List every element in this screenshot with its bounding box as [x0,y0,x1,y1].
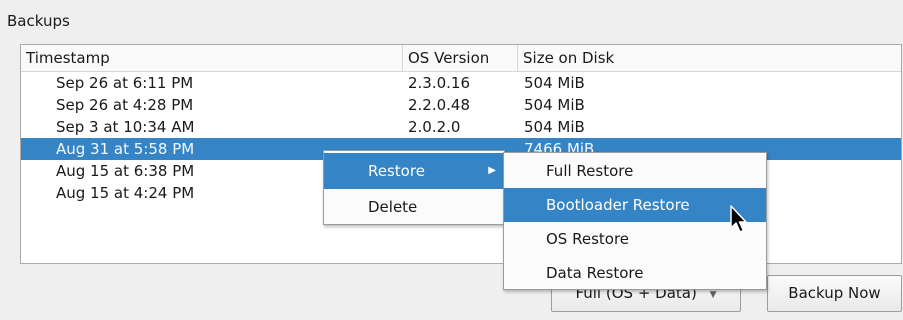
menu-item-full-restore[interactable]: Full Restore [504,154,766,188]
menu-item-os-restore[interactable]: OS Restore [504,222,766,256]
column-header-os-version[interactable]: OS Version [403,45,518,71]
backups-group-title: Backups [7,12,70,30]
column-header-timestamp[interactable]: Timestamp [21,45,403,71]
cell-size: 504 MiB [524,96,585,114]
menu-item-label: Delete [368,198,418,216]
table-row[interactable]: Sep 26 at 6:11 PM 2.3.0.16 504 MiB [21,72,901,94]
menu-item-restore[interactable]: Restore ▶ [324,153,504,189]
backup-now-button[interactable]: Backup Now [767,275,902,312]
submenu-arrow-icon: ▶ [488,165,496,176]
table-row[interactable]: Sep 26 at 4:28 PM 2.2.0.48 504 MiB [21,94,901,116]
table-header: Timestamp OS Version Size on Disk [21,45,901,72]
menu-item-bootloader-restore[interactable]: Bootloader Restore [504,188,766,222]
menu-item-delete[interactable]: Delete [324,189,504,225]
cell-size: 504 MiB [524,74,585,92]
cell-timestamp: Aug 15 at 6:38 PM [56,162,195,180]
cell-timestamp: Sep 3 at 10:34 AM [56,118,195,136]
mouse-pointer-icon [730,205,747,233]
restore-submenu: Full Restore Bootloader Restore OS Resto… [503,152,767,290]
cell-timestamp: Sep 26 at 4:28 PM [56,96,194,114]
cell-os-version: 2.3.0.16 [408,74,471,92]
menu-item-data-restore[interactable]: Data Restore [504,256,766,290]
dropdown-arrow-icon: ▼ [709,290,717,300]
backup-manager: Backups Timestamp OS Version Size on Dis… [0,0,903,320]
menu-item-label: Restore [368,162,425,180]
cell-os-version: 2.0.2.0 [408,118,461,136]
cell-timestamp: Aug 31 at 5:58 PM [56,140,195,158]
context-menu: Restore ▶ Delete [323,150,505,225]
cell-size: 504 MiB [524,118,585,136]
column-header-size-on-disk[interactable]: Size on Disk [518,45,898,71]
cell-os-version: 2.2.0.48 [408,96,471,114]
cell-timestamp: Aug 15 at 4:24 PM [56,184,195,202]
table-row[interactable]: Sep 3 at 10:34 AM 2.0.2.0 504 MiB [21,116,901,138]
cell-timestamp: Sep 26 at 6:11 PM [56,74,194,92]
